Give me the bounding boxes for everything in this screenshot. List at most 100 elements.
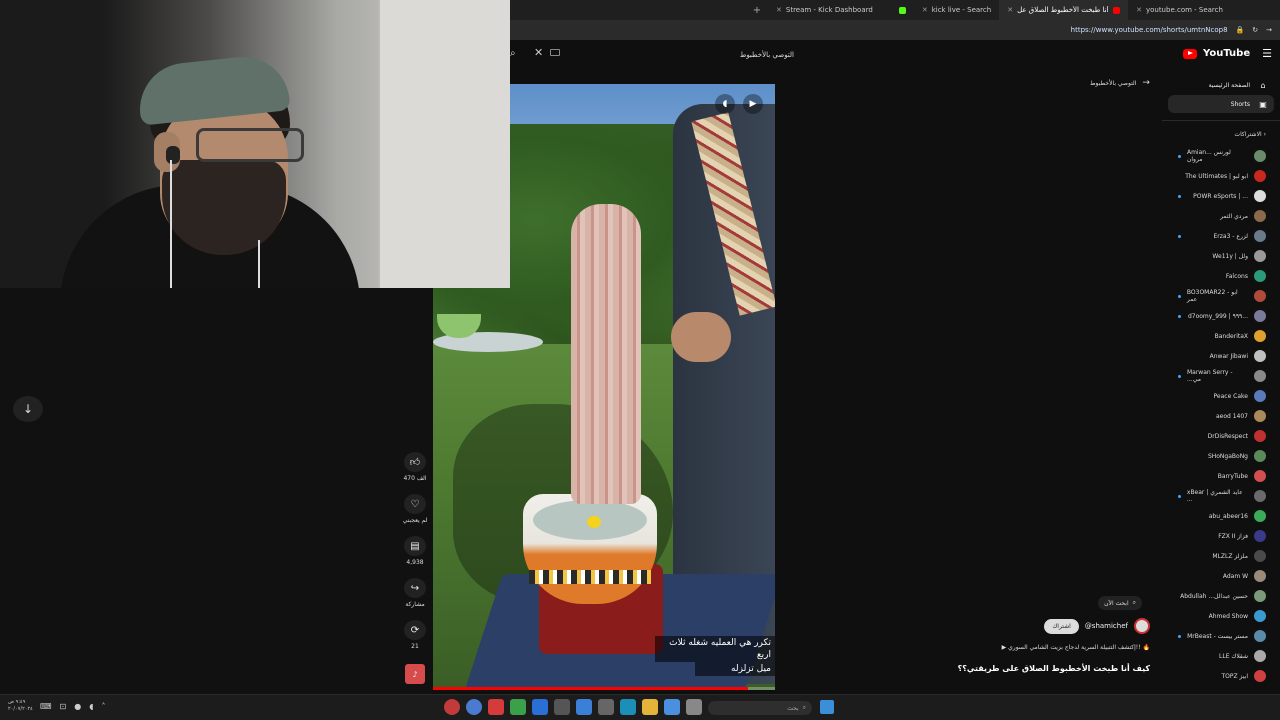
subscription-item[interactable]: aeod 1407 — [1162, 406, 1280, 426]
search-chip[interactable]: ابحث الآن ⌕ — [1098, 596, 1142, 610]
taskbar-clock[interactable]: ٩:٤٩ ص ٢٠/٠٧/٢٠٢٤ — [8, 699, 33, 713]
subscription-item[interactable]: Falcons — [1162, 266, 1280, 286]
edge-icon[interactable] — [620, 699, 636, 715]
dislike-button[interactable]: ♡ لم يعجبني — [402, 494, 428, 524]
subscription-item[interactable]: TOPZ ابيز — [1162, 666, 1280, 686]
tab-kick-dashboard[interactable]: ✕ Stream - Kick Dashboard — [768, 0, 914, 20]
youtube-play-icon — [1183, 48, 1198, 59]
reload-icon[interactable]: ↻ — [1252, 26, 1258, 34]
speaker-icon[interactable]: ◖ — [89, 702, 93, 711]
subscription-item[interactable]: DrDisRespect — [1162, 426, 1280, 446]
progress-bar[interactable] — [433, 687, 775, 690]
channel-avatar — [1254, 250, 1266, 262]
tab-youtube-search[interactable]: ✕ youtube.com - Search — [1128, 0, 1231, 20]
mic-icon[interactable]: ● — [74, 702, 81, 711]
subscription-item[interactable]: BanderitaX — [1162, 326, 1280, 346]
subscription-item[interactable]: d7oomy_999 | ٩٩٩... — [1162, 306, 1280, 326]
youtube-logo[interactable]: YouTube ☰ — [1183, 47, 1272, 60]
clear-search-icon[interactable]: ✕ — [534, 46, 543, 59]
subscription-item[interactable]: POWR eSports | ... — [1162, 186, 1280, 206]
remix-icon: ⟳ — [404, 620, 426, 640]
network-icon[interactable]: ⊡ — [60, 702, 67, 711]
new-tab-button[interactable]: + — [746, 5, 768, 16]
subscription-name: FZX II فزاز — [1218, 532, 1248, 540]
app-icon[interactable] — [488, 699, 504, 715]
chevron-up-icon[interactable]: ˄ — [101, 702, 105, 711]
subscription-item[interactable]: The Ultimates | ابو لبو — [1162, 166, 1280, 186]
subscription-item[interactable]: xBear | عايد الشمري ... — [1162, 486, 1280, 506]
subscription-item[interactable]: MrBeast - مستر بيست — [1162, 626, 1280, 646]
mute-button[interactable]: ◖ — [715, 94, 735, 114]
site-info-icon[interactable]: 🔒 — [1236, 26, 1245, 34]
subscription-item[interactable]: Marwan Serry - ...مي — [1162, 366, 1280, 386]
subscribe-button[interactable]: اشتراك — [1044, 618, 1079, 634]
sidebar-item-shorts[interactable]: Shorts ▣ — [1168, 95, 1274, 113]
taskbar-search[interactable]: بحث ⌕ — [708, 701, 812, 715]
sidebar-item-home[interactable]: الصفحة الرئيسية ⌂ — [1168, 76, 1274, 94]
menu-icon[interactable]: ☰ — [1262, 47, 1272, 60]
subscription-item[interactable]: Adam W — [1162, 566, 1280, 586]
share-button[interactable]: ↪ مشاركة — [404, 578, 426, 608]
search-icon[interactable]: ⌕ — [510, 48, 516, 59]
subscription-item[interactable]: MLZLZ ملزلز — [1162, 546, 1280, 566]
close-tab-icon[interactable]: ✕ — [1136, 6, 1142, 14]
app-icon[interactable] — [576, 699, 592, 715]
subscription-item[interactable]: BarryTube — [1162, 466, 1280, 486]
subscription-item[interactable]: Peace Cake — [1162, 386, 1280, 406]
search-icon: ⌕ — [1132, 599, 1136, 606]
xbox-icon[interactable] — [510, 699, 526, 715]
next-short-button[interactable]: ↓ — [13, 396, 43, 422]
browser-tab-bar: + ✕ Stream - Kick Dashboard ✕ kick live … — [510, 0, 1280, 20]
subscription-item[interactable]: مردي الثمر — [1162, 206, 1280, 226]
subscription-item[interactable]: Amian... لورنس مروان — [1162, 146, 1280, 166]
channel-avatar — [1254, 510, 1266, 522]
address-bar[interactable]: https://www.youtube.com/shorts/umtnNcop8… — [510, 20, 1280, 40]
subscription-name: مردي الثمر — [1220, 212, 1248, 220]
channel-avatar[interactable] — [1134, 618, 1150, 634]
subscription-item[interactable]: SHoNgaBoNg — [1162, 446, 1280, 466]
subscription-item[interactable]: Abdullah ...حسين عبدالل — [1162, 586, 1280, 606]
subscription-item[interactable]: BO3OMAR22 - ابو عمر — [1162, 286, 1280, 306]
subscription-item[interactable]: Ahmed Show — [1162, 606, 1280, 626]
play-button[interactable]: ▶ — [743, 94, 763, 114]
forward-icon[interactable]: → — [1266, 26, 1272, 34]
channel-name[interactable]: @shamichef — [1085, 622, 1128, 630]
channel-avatar — [1254, 290, 1266, 302]
comments-button[interactable]: ▤ 4,938 — [404, 536, 426, 566]
windows-start-icon[interactable] — [820, 700, 834, 714]
folder-icon[interactable] — [642, 699, 658, 715]
tab-youtube-short[interactable]: ✕ كيف أنا طبخت الأخطبوط الصلاق عل — [999, 0, 1129, 20]
tab-kick-search[interactable]: ✕ kick live - Search — [914, 0, 999, 20]
app-icon[interactable] — [532, 699, 548, 715]
subscription-item[interactable]: Anwar Jibawi — [1162, 346, 1280, 366]
app-icon[interactable] — [598, 699, 614, 715]
close-tab-icon[interactable]: ✕ — [776, 6, 782, 14]
sound-avatar[interactable]: ♪ — [405, 664, 425, 684]
tab-spacer — [510, 0, 746, 20]
dislike-label: لم يعجبني — [402, 517, 428, 524]
subscription-item[interactable]: FZX II فزاز — [1162, 526, 1280, 546]
short-description[interactable]: ▶ إكتشف التتبيلة السرية لدجاج بزيت الشام… — [1002, 644, 1150, 651]
close-tab-icon[interactable]: ✕ — [922, 6, 928, 14]
app-icon[interactable] — [664, 699, 680, 715]
subscription-item[interactable]: Erza3 - لزرع — [1162, 226, 1280, 246]
language-icon[interactable]: ⌨ — [40, 702, 52, 711]
remix-button[interactable]: ⟳ 21 — [404, 620, 426, 650]
like-button[interactable]: 👍︎ 470 الف — [403, 452, 427, 482]
subscription-item[interactable]: We11y | ولل — [1162, 246, 1280, 266]
app-icon[interactable] — [444, 699, 460, 715]
back-to-search[interactable]: التوصي بالأخطبوط → — [1090, 78, 1150, 88]
url-text[interactable]: https://www.youtube.com/shorts/umtnNcop8 — [1071, 26, 1228, 34]
search-input[interactable]: التوصي بالأخطبوط — [566, 46, 802, 64]
app-icon[interactable] — [554, 699, 570, 715]
subscriptions-header[interactable]: الاشتراكات › — [1234, 131, 1266, 138]
task-view-icon[interactable] — [686, 699, 702, 715]
close-tab-icon[interactable]: ✕ — [1007, 6, 1013, 14]
subscription-item[interactable]: LLE شقلاك — [1162, 646, 1280, 666]
play-icon: ▶ — [749, 99, 757, 109]
short-title[interactable]: كيف أنا طبخت الأخطبوط الصلاق على طريقتي؟… — [958, 664, 1150, 673]
chrome-icon[interactable] — [466, 699, 482, 715]
back-label: التوصي بالأخطبوط — [1090, 79, 1137, 87]
subscription-item[interactable]: abu_abeer16 — [1162, 506, 1280, 526]
keyboard-icon[interactable] — [550, 49, 560, 56]
